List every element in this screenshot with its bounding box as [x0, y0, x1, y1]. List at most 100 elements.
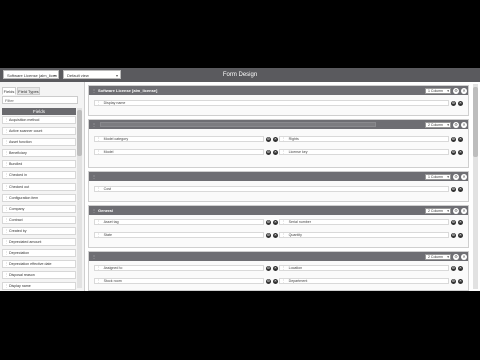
table-select[interactable]: Software License (alm_licen ▾: [3, 70, 59, 79]
list-item[interactable]: ⋮Depreciated amount: [2, 238, 76, 247]
canvas-scrollbar[interactable]: [473, 84, 478, 289]
column-layout-select[interactable]: 1 Column ▾: [425, 87, 451, 94]
filter-input[interactable]: Filter: [2, 96, 78, 104]
close-icon[interactable]: ✕: [461, 121, 467, 128]
section-header[interactable]: ⋮ 2 Column ▾ ⚙ ✕: [89, 252, 468, 261]
form-field[interactable]: ⋮ Location: [279, 265, 449, 271]
list-item[interactable]: ⋮Created by: [2, 226, 76, 235]
gear-icon[interactable]: ⚙: [451, 265, 456, 271]
close-icon[interactable]: ✕: [461, 173, 467, 180]
close-icon[interactable]: ✕: [458, 186, 463, 192]
list-item[interactable]: ⋮Depreciation: [2, 249, 76, 258]
form-field[interactable]: ⋮ Asset tag: [94, 219, 264, 225]
close-icon[interactable]: ✕: [273, 232, 278, 238]
form-field[interactable]: ⋮ State: [94, 232, 264, 238]
drag-handle-icon[interactable]: ⋮: [282, 233, 289, 237]
list-item[interactable]: ⋮Configuration item: [2, 193, 76, 202]
drag-handle-icon[interactable]: ⋮: [92, 206, 96, 215]
drag-handle-icon[interactable]: ⋮: [282, 220, 289, 224]
close-icon[interactable]: ✕: [458, 265, 463, 271]
gear-icon[interactable]: ⚙: [266, 149, 271, 155]
close-icon[interactable]: ✕: [273, 136, 278, 142]
column-layout-select[interactable]: 2 Column ▾: [425, 121, 451, 128]
tab-field-types[interactable]: Field Types: [17, 87, 40, 95]
drag-handle-icon[interactable]: ⋮: [282, 279, 289, 283]
drag-handle-icon[interactable]: ⋮: [92, 86, 96, 95]
form-field[interactable]: ⋮ Department: [279, 278, 449, 284]
gear-icon[interactable]: ⚙: [453, 253, 459, 260]
drag-handle-icon[interactable]: ⋮: [97, 279, 104, 283]
view-select[interactable]: Default view ▾: [63, 70, 121, 79]
form-field[interactable]: ⋮ Cost: [94, 186, 449, 192]
section-header[interactable]: ⋮ 2 Column ▾ ⚙ ✕: [89, 120, 468, 129]
gear-icon[interactable]: ⚙: [266, 136, 271, 142]
list-item[interactable]: ⋮Beneficiary: [2, 149, 76, 158]
close-icon[interactable]: ✕: [461, 253, 467, 260]
drag-handle-icon[interactable]: ⋮: [92, 120, 96, 129]
section-title[interactable]: Software License [alm_license]: [98, 86, 157, 95]
close-icon[interactable]: ✕: [461, 87, 467, 94]
list-item[interactable]: ⋮Active scanner count: [2, 127, 76, 136]
close-icon[interactable]: ✕: [458, 149, 463, 155]
drag-handle-icon[interactable]: ⋮: [282, 150, 289, 154]
list-item[interactable]: ⋮Contract: [2, 215, 76, 224]
form-field[interactable]: ⋮ License key: [279, 149, 449, 155]
section-title[interactable]: General: [98, 206, 113, 215]
column-layout-select[interactable]: 2 Column ▾: [425, 207, 451, 214]
gear-icon[interactable]: ⚙: [453, 87, 459, 94]
gear-icon[interactable]: ⚙: [451, 136, 456, 142]
close-icon[interactable]: ✕: [273, 149, 278, 155]
gear-icon[interactable]: ⚙: [451, 278, 456, 284]
section-header[interactable]: ⋮ General 2 Column ▾ ⚙ ✕: [89, 206, 468, 215]
close-icon[interactable]: ✕: [458, 136, 463, 142]
column-layout-select[interactable]: 2 Column ▾: [425, 253, 451, 260]
drag-handle-icon[interactable]: ⋮: [97, 101, 104, 105]
close-icon[interactable]: ✕: [458, 278, 463, 284]
drag-handle-icon[interactable]: ⋮: [97, 150, 104, 154]
form-field[interactable]: ⋮ Assigned to: [94, 265, 264, 271]
close-icon[interactable]: ✕: [461, 207, 467, 214]
list-item[interactable]: ⋮Checked out: [2, 182, 76, 191]
form-field[interactable]: ⋮ Serial number: [279, 219, 449, 225]
scrollbar-thumb[interactable]: [473, 87, 478, 157]
tab-fields[interactable]: Fields: [2, 87, 16, 95]
gear-icon[interactable]: ⚙: [266, 232, 271, 238]
gear-icon[interactable]: ⚙: [451, 149, 456, 155]
gear-icon[interactable]: ⚙: [266, 219, 271, 225]
section-title-input[interactable]: [100, 122, 376, 127]
drag-handle-icon[interactable]: ⋮: [282, 266, 289, 270]
section-header[interactable]: ⋮ Software License [alm_license] 1 Column ▾…: [89, 86, 468, 95]
form-field[interactable]: ⋮ Model category: [94, 136, 264, 142]
list-item[interactable]: ⋮Display name: [2, 282, 76, 291]
form-field[interactable]: ⋮ Model: [94, 149, 264, 155]
list-item[interactable]: ⋮Acquisition method: [2, 116, 76, 124]
drag-handle-icon[interactable]: ⋮: [97, 187, 104, 191]
gear-icon[interactable]: ⚙: [451, 100, 456, 106]
close-icon[interactable]: ✕: [458, 232, 463, 238]
drag-handle-icon[interactable]: ⋮: [97, 233, 104, 237]
list-item[interactable]: ⋮Depreciation effective date: [2, 260, 76, 269]
gear-icon[interactable]: ⚙: [266, 265, 271, 271]
drag-handle-icon[interactable]: ⋮: [282, 137, 289, 141]
gear-icon[interactable]: ⚙: [453, 121, 459, 128]
gear-icon[interactable]: ⚙: [266, 278, 271, 284]
list-item[interactable]: ⋮Company: [2, 204, 76, 213]
list-item[interactable]: ⋮Disposal reason: [2, 271, 76, 280]
drag-handle-icon[interactable]: ⋮: [92, 172, 96, 181]
gear-icon[interactable]: ⚙: [451, 186, 456, 192]
section-header[interactable]: ⋮ 1 Column ▾ ⚙ ✕: [89, 172, 468, 181]
gear-icon[interactable]: ⚙: [451, 219, 456, 225]
close-icon[interactable]: ✕: [273, 265, 278, 271]
list-item[interactable]: ⋮Bundled: [2, 160, 76, 169]
form-field[interactable]: ⋮ Stock room: [94, 278, 264, 284]
close-icon[interactable]: ✕: [458, 100, 463, 106]
form-field[interactable]: ⋮ Rights: [279, 136, 449, 142]
drag-handle-icon[interactable]: ⋮: [92, 252, 96, 261]
field-list-scrollbar[interactable]: [77, 108, 82, 288]
close-icon[interactable]: ✕: [458, 219, 463, 225]
form-field[interactable]: ⋮ Display name: [94, 100, 449, 106]
close-icon[interactable]: ✕: [273, 219, 278, 225]
close-icon[interactable]: ✕: [273, 278, 278, 284]
list-item[interactable]: ⋮Asset function: [2, 138, 76, 147]
gear-icon[interactable]: ⚙: [453, 207, 459, 214]
